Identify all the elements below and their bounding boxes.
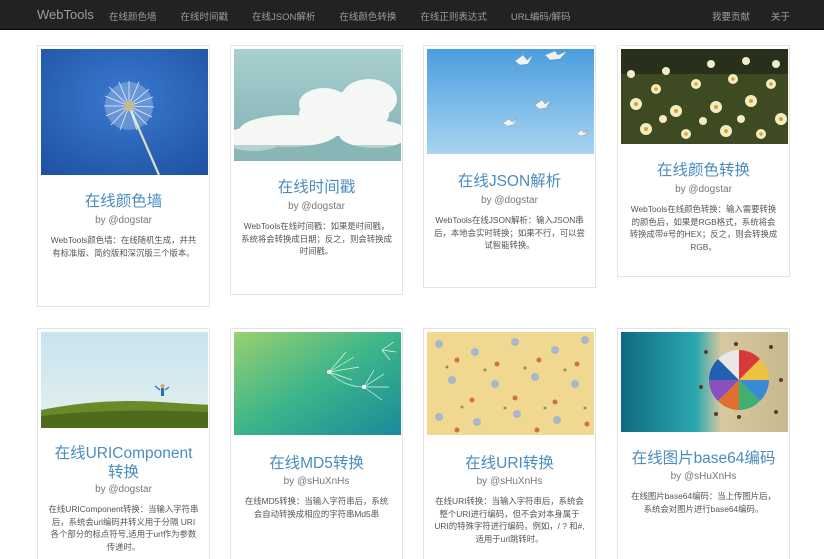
tool-card-base64: 在线图片base64编码 by @sHuXnHs 在线图片base64编码：当上… (617, 328, 790, 559)
nav-link-json[interactable]: 在线JSON解析 (252, 9, 315, 23)
tool-card-color-convert: 在线颜色转换 by @dogstar WebTools在线颜色转换：输入需要转换… (617, 45, 790, 277)
nav-link-color-wall[interactable]: 在线颜色墙 (109, 9, 157, 23)
tool-card-json: 在线JSON解析 by @dogstar WebTools在线JSON解析：输入… (423, 45, 596, 288)
nav-link-contribute[interactable]: 我要贡献 (712, 9, 750, 23)
card-description: WebTools颜色墙：在线随机生成，并共有标准版、简约版和深沉版三个版本。 (50, 235, 197, 258)
card-description: 在线URIComponent转换：当输入字符串后，系统会url编码并转义用于分隔… (48, 504, 199, 552)
nav-link-about[interactable]: 关于 (771, 9, 790, 23)
brand-logo[interactable]: WebTools (37, 7, 94, 22)
card-description: 在线图片base64编码：当上传图片后，系统会对图片进行base64编码。 (631, 491, 776, 514)
seagulls-image[interactable] (427, 49, 594, 154)
tool-card-timestamp: 在线时间戳 by @dogstar WebTools在线时间戳：如果是时间戳，系… (230, 45, 403, 295)
nav-link-url-encode[interactable]: URL编码/解码 (511, 9, 571, 23)
floral-pattern-image[interactable] (427, 332, 594, 435)
nav-menu: 在线颜色墙 在线时间戳 在线JSON解析 在线颜色转换 在线正则表达式 URL编… (109, 9, 595, 23)
card-author: by @sHuXnHs (670, 471, 737, 482)
card-author: by @sHuXnHs (476, 476, 543, 487)
hill-child-image[interactable] (41, 332, 208, 428)
card-description: 在线MD5转换：当输入字符串后，系统会自动转换成相应的字符串Md5串 (244, 496, 389, 519)
nav-link-regex[interactable]: 在线正则表达式 (420, 9, 487, 23)
card-author: by @dogstar (675, 184, 732, 195)
tool-card-md5: 在线MD5转换 by @sHuXnHs 在线MD5转换：当输入字符串后，系统会自… (230, 328, 403, 559)
card-title[interactable]: 在线URI转换 (424, 454, 595, 473)
card-title[interactable]: 在线时间戳 (231, 178, 402, 197)
card-title[interactable]: 在线JSON解析 (424, 172, 595, 191)
card-description: 在线URI转换：当输入字符串后，系统会整个URI进行编码，但不会对本身属于URI… (434, 496, 585, 544)
dandelion-image[interactable] (41, 49, 208, 175)
navbar: WebTools 在线颜色墙 在线时间戳 在线JSON解析 在线颜色转换 在线正… (0, 0, 824, 30)
card-author: by @dogstar (481, 195, 538, 206)
beach-umbrella-image[interactable] (621, 332, 788, 432)
tool-card-uri: 在线URI转换 by @sHuXnHs 在线URI转换：当输入字符串后，系统会整… (423, 328, 596, 559)
clouds-image[interactable] (234, 49, 401, 161)
daisies-image[interactable] (621, 49, 788, 144)
card-title[interactable]: 在线MD5转换 (231, 454, 402, 473)
nav-right-menu: 我要贡献 关于 (691, 9, 790, 23)
card-author: by @dogstar (288, 201, 345, 212)
card-title[interactable]: 在线颜色墙 (38, 192, 209, 211)
card-description: WebTools在线颜色转换：输入需要转换的颜色后，如果是RGB格式，系统将会转… (629, 204, 778, 252)
card-title[interactable]: 在线图片base64编码 (618, 449, 789, 468)
card-description: WebTools在线时间戳：如果是时间戳，系统将会转换成日期；反之，则会转换成时… (241, 221, 392, 256)
nav-link-timestamp[interactable]: 在线时间戳 (181, 9, 229, 23)
card-description: WebTools在线JSON解析：输入JSON串后，本地会实时转换；如果不行，可… (434, 215, 585, 250)
card-author: by @dogstar (95, 484, 152, 495)
card-author: by @sHuXnHs (283, 476, 350, 487)
tool-card-uricomponent: 在线URIComponent转换 by @dogstar 在线URICompon… (37, 328, 210, 559)
card-title[interactable]: 在线URIComponent转换 (38, 444, 209, 482)
card-title[interactable]: 在线颜色转换 (618, 161, 789, 180)
tool-card-color-wall: 在线颜色墙 by @dogstar WebTools颜色墙：在线随机生成，并共有… (37, 45, 210, 307)
card-author: by @dogstar (95, 215, 152, 226)
dandelion-seeds-image[interactable] (234, 332, 401, 435)
nav-link-color-convert[interactable]: 在线颜色转换 (339, 9, 396, 23)
